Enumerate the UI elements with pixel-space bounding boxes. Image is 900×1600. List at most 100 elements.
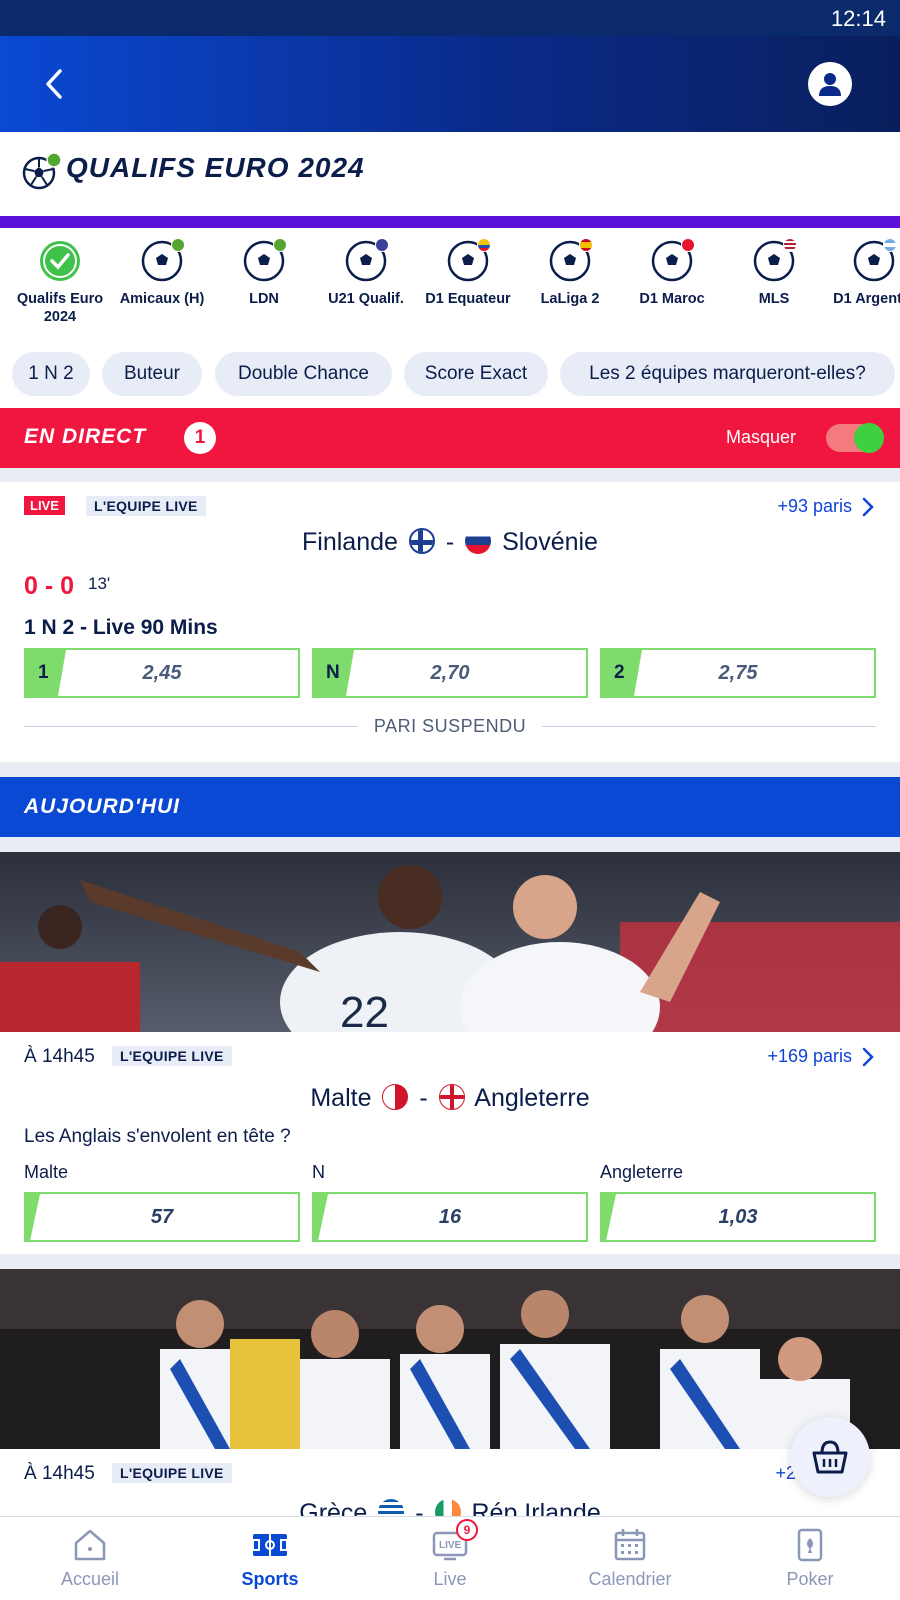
- back-button[interactable]: [30, 60, 78, 108]
- chip-double-chance[interactable]: Double Chance: [215, 352, 392, 396]
- competition-selector: Qualifs Euro 2024 Amicaux (H) LDN U21 Qu…: [0, 228, 900, 338]
- match-photo-greece: [0, 1269, 900, 1449]
- home-team: Grèce: [299, 1499, 368, 1516]
- odd-button-home[interactable]: 1 2,45: [24, 648, 300, 698]
- football-icon: [243, 238, 287, 282]
- odd-button-away[interactable]: 2 2,75: [600, 648, 876, 698]
- live-tag: LIVE: [24, 496, 65, 515]
- chevron-left-icon: [46, 69, 62, 99]
- odd-header-draw: N: [312, 1162, 325, 1182]
- football-icon: [853, 238, 897, 282]
- competition-label: D1 Equateur: [425, 291, 511, 307]
- competition-item-d1-maroc[interactable]: D1 Maroc: [622, 238, 722, 308]
- match-separator: -: [415, 1499, 424, 1516]
- competition-item-ldn[interactable]: LDN: [214, 238, 314, 308]
- competition-item-mls[interactable]: MLS: [724, 238, 824, 308]
- calendar-icon: [610, 1525, 650, 1565]
- competition-label: Amicaux (H): [119, 291, 205, 307]
- odd-value: 2,45: [142, 662, 182, 684]
- nav-live[interactable]: LIVE 9 Live: [360, 1519, 540, 1590]
- football-icon: [345, 238, 389, 282]
- greece-players-photo: [0, 1269, 900, 1449]
- status-time: 12:14: [830, 6, 886, 31]
- match-title: Malte - Angleterre: [0, 1084, 900, 1113]
- home-team: Finlande: [302, 528, 398, 556]
- competition-item-u21[interactable]: U21 Qualif.: [316, 238, 416, 308]
- live-score: 0 - 0: [24, 572, 75, 600]
- more-bets-link[interactable]: +169 paris: [767, 1046, 874, 1067]
- app-header: [0, 36, 900, 132]
- odd-value: 1,03: [718, 1206, 758, 1228]
- bottom-navigation: Accueil Sports LIVE 9 Live Calendrier Po…: [0, 1516, 900, 1600]
- suspended-divider: PARI SUSPENDU: [24, 716, 877, 737]
- england-players-photo: 22: [0, 852, 900, 1032]
- user-icon: [819, 73, 841, 96]
- nav-calendrier[interactable]: Calendrier: [540, 1525, 720, 1590]
- competition-label: LDN: [249, 291, 279, 307]
- nav-label: Poker: [786, 1569, 834, 1589]
- hide-label: Masquer: [725, 427, 796, 447]
- poker-card-icon: [790, 1525, 830, 1565]
- chip-score-exact[interactable]: Score Exact: [404, 352, 548, 396]
- kickoff-time: À 14h45: [24, 1046, 95, 1067]
- chip-btts[interactable]: Les 2 équipes marqueront-elles?: [560, 352, 895, 396]
- nav-sports[interactable]: Sports: [180, 1525, 360, 1590]
- svg-text:22: 22: [340, 988, 389, 1032]
- competition-label: Qualifs Euro 2024: [16, 291, 104, 325]
- odd-button-home[interactable]: 57: [24, 1192, 300, 1242]
- slovenia-flag-icon: [465, 528, 492, 554]
- accent-divider: [0, 216, 900, 228]
- away-team: Rép Irlande: [471, 1499, 601, 1516]
- match-card-grece-irlande[interactable]: À 14h45 L'EQUIPE LIVE +23 Grèce - Rép Ir…: [0, 1449, 900, 1516]
- odd-value: 2,75: [718, 662, 758, 684]
- chip-buteur[interactable]: Buteur: [102, 352, 202, 396]
- odd-value: 16: [438, 1206, 462, 1228]
- page-title: QUALIFS EURO 2024: [66, 152, 365, 183]
- chip-1n2[interactable]: 1 N 2: [12, 352, 90, 396]
- live-section-title: EN DIRECT: [24, 425, 147, 448]
- more-bets-link[interactable]: +93 paris: [777, 496, 874, 517]
- odd-button-draw[interactable]: 16: [312, 1192, 588, 1242]
- competition-item-d1-argentin[interactable]: D1 Argentin: [824, 238, 900, 308]
- finland-flag-icon: [408, 528, 435, 554]
- odd-header-home: Malte: [24, 1162, 69, 1182]
- more-bets-label: +169 paris: [767, 1046, 852, 1066]
- nav-poker[interactable]: Poker: [720, 1525, 900, 1590]
- live-count-badge: 9: [456, 1519, 478, 1541]
- live-count-badge: 1: [184, 422, 216, 454]
- football-icon: [549, 238, 593, 282]
- nav-accueil[interactable]: Accueil: [0, 1525, 180, 1590]
- competition-item-d1-equateur[interactable]: D1 Equateur: [418, 238, 518, 308]
- match-teaser: Les Anglais s'envolent en tête ?: [24, 1126, 291, 1147]
- broadcaster-tag: L'EQUIPE LIVE: [86, 496, 206, 516]
- svg-text:LIVE: LIVE: [439, 1540, 462, 1551]
- football-icon: [447, 238, 491, 282]
- account-button[interactable]: [808, 62, 852, 106]
- competition-item-laliga2[interactable]: LaLiga 2: [520, 238, 620, 308]
- pitch-icon: [250, 1525, 290, 1565]
- nav-label: Calendrier: [588, 1569, 672, 1589]
- match-title: Finlande - Slovénie: [0, 528, 900, 557]
- broadcaster-tag: L'EQUIPE LIVE: [112, 1046, 232, 1066]
- odd-button-draw[interactable]: N 2,70: [312, 648, 588, 698]
- odd-header-away: Angleterre: [600, 1162, 684, 1182]
- basket-icon: [812, 1440, 848, 1474]
- competition-item-amicaux[interactable]: Amicaux (H): [112, 238, 212, 308]
- more-bets-label: +93 paris: [777, 496, 852, 516]
- live-match-card[interactable]: LIVE L'EQUIPE LIVE +93 paris Finlande - …: [0, 482, 900, 762]
- broadcaster-tag: L'EQUIPE LIVE: [112, 1463, 232, 1483]
- match-minute: 13': [88, 574, 111, 593]
- hide-live-toggle[interactable]: [826, 423, 884, 453]
- match-card-malte-angleterre[interactable]: À 14h45 L'EQUIPE LIVE +169 paris Malte -…: [0, 1032, 900, 1254]
- competition-item-qualifs-euro[interactable]: Qualifs Euro 2024: [10, 240, 110, 326]
- home-icon: [70, 1525, 110, 1565]
- match-photo-england: 22: [0, 852, 900, 1032]
- home-team: Malte: [310, 1084, 372, 1112]
- odd-value: 57: [150, 1206, 174, 1228]
- odd-button-away[interactable]: 1,03: [600, 1192, 876, 1242]
- live-tv-icon: LIVE 9: [430, 1519, 478, 1565]
- suspended-label: PARI SUSPENDU: [373, 716, 527, 736]
- bet-slip-button[interactable]: [790, 1417, 870, 1497]
- today-section-title: AUJOURD'HUI: [24, 795, 181, 818]
- check-circle-icon: [39, 240, 81, 282]
